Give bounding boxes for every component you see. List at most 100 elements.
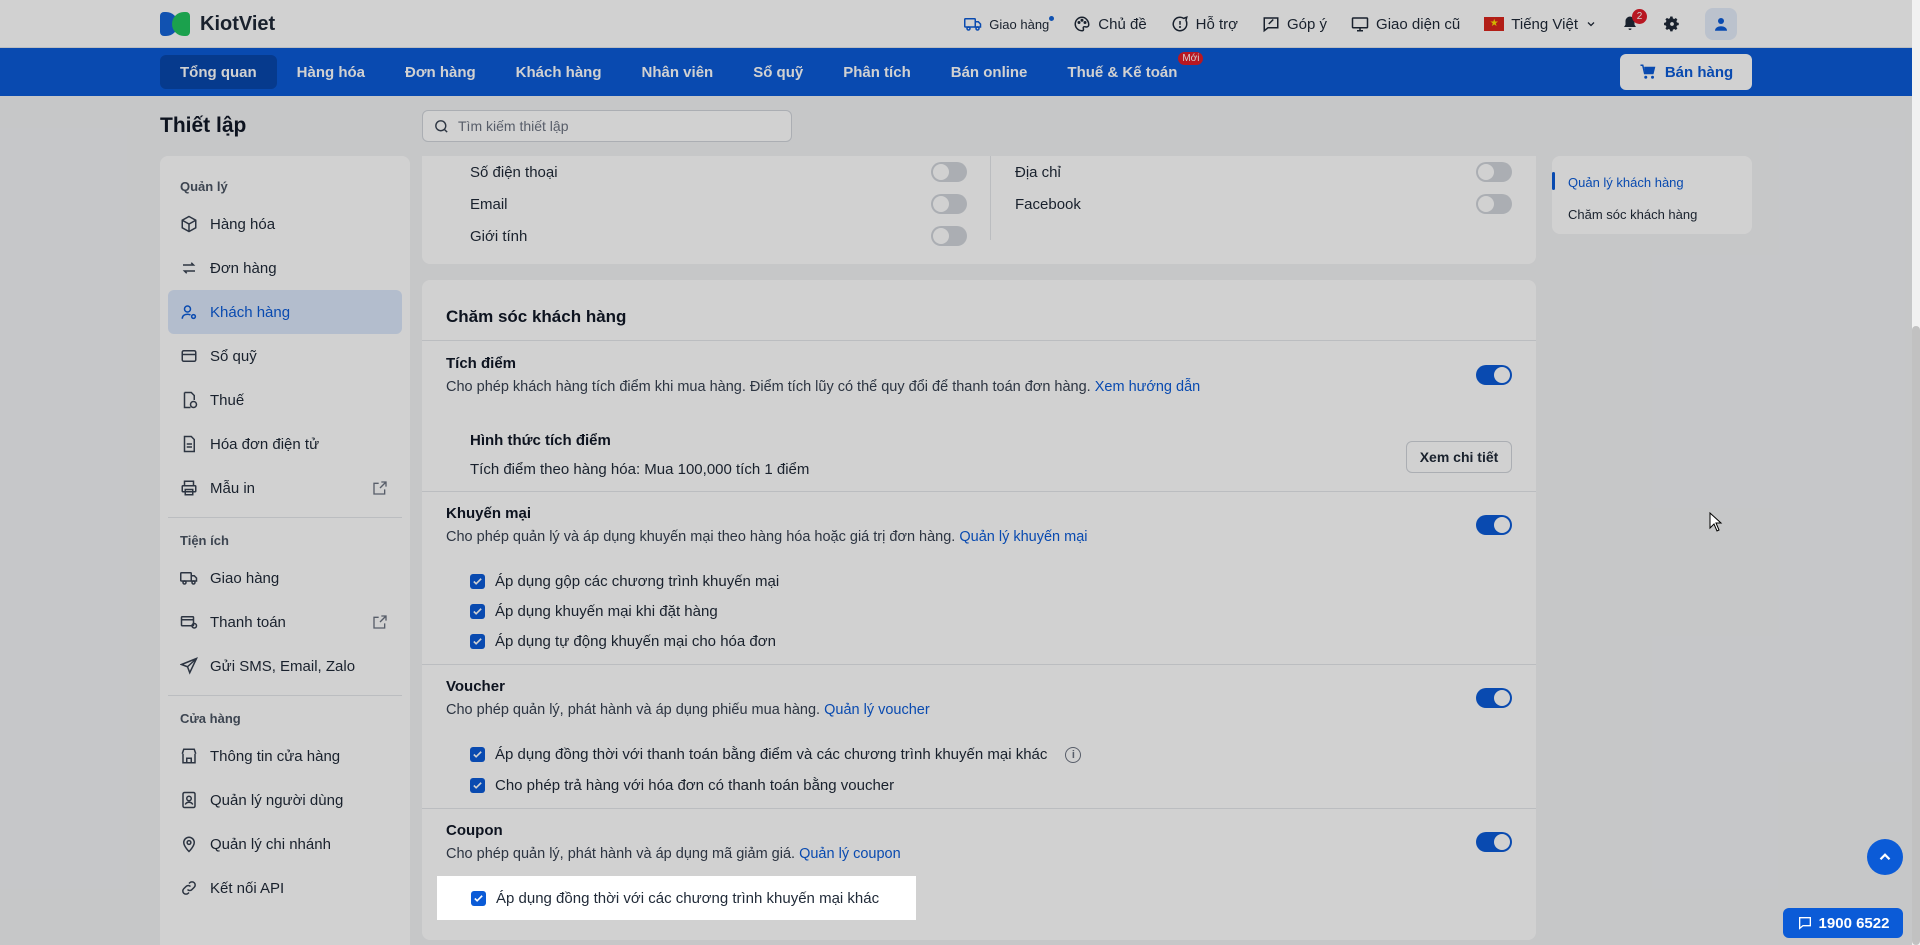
nav-customers[interactable]: Khách hàng bbox=[496, 55, 622, 89]
checkbox-checked[interactable] bbox=[470, 604, 485, 619]
user-avatar[interactable] bbox=[1705, 8, 1737, 40]
settings-button[interactable] bbox=[1663, 15, 1681, 33]
checkbox-checked[interactable] bbox=[470, 574, 485, 589]
sidebar-item-print-templates[interactable]: Mẫu in bbox=[168, 466, 402, 510]
nav-tax-accounting[interactable]: Thuế & Kế toán Mới bbox=[1047, 52, 1204, 89]
sidebar-item-label: Mẫu in bbox=[210, 479, 256, 497]
sidebar-item-delivery[interactable]: Giao hàng bbox=[168, 556, 402, 600]
sidebar-item-orders[interactable]: Đơn hàng bbox=[168, 246, 402, 290]
points-method-text: Tích điểm theo hàng hóa: Mua 100,000 tíc… bbox=[470, 461, 810, 478]
field-email-toggle[interactable] bbox=[931, 194, 967, 214]
support-link[interactable]: Hỗ trợ bbox=[1171, 15, 1238, 33]
sidebar-item-tax[interactable]: Thuế bbox=[168, 378, 402, 422]
notification-button[interactable]: 2 bbox=[1621, 9, 1647, 33]
view-detail-button[interactable]: Xem chi tiết bbox=[1406, 441, 1512, 473]
sidebar-item-user-management[interactable]: Quản lý người dùng bbox=[168, 778, 402, 822]
nav-orders[interactable]: Đơn hàng bbox=[385, 55, 496, 89]
sell-button[interactable]: Bán hàng bbox=[1620, 54, 1752, 90]
hotline-button[interactable]: 1900 6522 bbox=[1783, 908, 1903, 938]
checkbox-checked[interactable] bbox=[470, 778, 485, 793]
kiotviet-logo[interactable]: KiotViet bbox=[160, 8, 275, 40]
field-gender-toggle[interactable] bbox=[931, 226, 967, 246]
sidebar-item-label: Khách hàng bbox=[210, 303, 291, 321]
sidebar-item-cashbook[interactable]: Sổ quỹ bbox=[168, 334, 402, 378]
voucher-option-combine[interactable]: Áp dụng đồng thời với thanh toán bằng đi… bbox=[470, 746, 1082, 763]
toc-item-customer-management[interactable]: Quản lý khách hàng bbox=[1552, 166, 1752, 198]
nav-online-sales[interactable]: Bán online bbox=[931, 55, 1048, 89]
sidebar-item-e-invoice[interactable]: Hóa đơn điện tử bbox=[168, 422, 402, 466]
check-icon bbox=[474, 895, 483, 902]
promo-option-on-order[interactable]: Áp dụng khuyến mại khi đặt hàng bbox=[470, 603, 718, 620]
settings-search[interactable] bbox=[422, 110, 792, 142]
checkbox-checked[interactable] bbox=[471, 891, 486, 906]
highlighted-element: Áp dụng đồng thời với các chương trình k… bbox=[437, 876, 916, 920]
manage-coupon-link[interactable]: Quản lý coupon bbox=[799, 846, 901, 862]
points-guide-link[interactable]: Xem hướng dẫn bbox=[1095, 379, 1200, 395]
checkbox-checked[interactable] bbox=[470, 634, 485, 649]
nav-cashbook[interactable]: Sổ quỹ bbox=[733, 55, 823, 89]
scrollbar-thumb[interactable] bbox=[1912, 326, 1920, 945]
sidebar-item-products[interactable]: Hàng hóa bbox=[168, 202, 402, 246]
points-toggle[interactable] bbox=[1476, 365, 1512, 385]
support-label: Hỗ trợ bbox=[1195, 15, 1239, 33]
sidebar-item-api-connect[interactable]: Kết nối API bbox=[168, 866, 402, 910]
promo-option-combine[interactable]: Áp dụng gộp các chương trình khuyến mại bbox=[470, 573, 779, 590]
sidebar-item-customers[interactable]: Khách hàng bbox=[168, 290, 402, 334]
nav-analytics[interactable]: Phân tích bbox=[823, 55, 931, 89]
voucher-option-return[interactable]: Cho phép trả hàng với hóa đơn có thanh t… bbox=[470, 777, 894, 794]
coupon-toggle[interactable] bbox=[1476, 832, 1512, 852]
check-icon bbox=[473, 638, 482, 645]
sidebar-item-payment[interactable]: Thanh toán bbox=[168, 600, 402, 644]
nav-employees[interactable]: Nhân viên bbox=[622, 55, 734, 89]
promo-toggle[interactable] bbox=[1476, 515, 1512, 535]
points-desc-text: Cho phép khách hàng tích điểm khi mua hà… bbox=[446, 379, 1091, 395]
chat-icon bbox=[1798, 917, 1811, 930]
search-input[interactable] bbox=[458, 118, 778, 134]
sidebar-item-store-info[interactable]: Thông tin cửa hàng bbox=[168, 734, 402, 778]
search-icon bbox=[435, 119, 448, 133]
delivery-link[interactable]: Giao hàng bbox=[964, 15, 1055, 33]
field-phone-toggle[interactable] bbox=[931, 162, 967, 182]
top-bar: KiotViet Giao hàng Chủ đề Hỗ trợ Góp ý G… bbox=[0, 0, 1912, 48]
info-icon[interactable]: i bbox=[1065, 746, 1082, 763]
theme-link[interactable]: Chủ đề bbox=[1073, 15, 1147, 33]
scroll-to-top-button[interactable] bbox=[1867, 839, 1903, 875]
monitor-icon bbox=[1351, 17, 1369, 32]
toc-item-customer-care[interactable]: Chăm sóc khách hàng bbox=[1552, 198, 1752, 230]
section-divider bbox=[422, 491, 1536, 492]
chevron-down-icon bbox=[1587, 22, 1595, 27]
sidebar-item-branch-management[interactable]: Quản lý chi nhánh bbox=[168, 822, 402, 866]
field-facebook-toggle[interactable] bbox=[1476, 194, 1512, 214]
section-divider bbox=[422, 664, 1536, 665]
voucher-toggle[interactable] bbox=[1476, 688, 1512, 708]
brand-name: KiotViet bbox=[200, 12, 276, 35]
sidebar-item-label: Đơn hàng bbox=[210, 259, 277, 277]
manage-voucher-link[interactable]: Quản lý voucher bbox=[824, 702, 930, 718]
language-select[interactable]: ★ Tiếng Việt bbox=[1484, 16, 1597, 33]
feedback-link[interactable]: Góp ý bbox=[1262, 15, 1327, 33]
document-icon bbox=[183, 435, 195, 453]
sidebar-item-label: Giao hàng bbox=[210, 569, 280, 587]
old-ui-link[interactable]: Giao diện cũ bbox=[1351, 15, 1460, 33]
coupon-title: Coupon bbox=[446, 822, 503, 839]
promo-option-auto-invoice[interactable]: Áp dụng tự động khuyến mại cho hóa đơn bbox=[470, 633, 776, 650]
nav-products[interactable]: Hàng hóa bbox=[277, 55, 385, 89]
voucher-title: Voucher bbox=[446, 678, 505, 695]
checkbox-label: Áp dụng tự động khuyến mại cho hóa đơn bbox=[495, 633, 776, 650]
nav-overview[interactable]: Tổng quan bbox=[160, 55, 277, 89]
points-desc: Cho phép khách hàng tích điểm khi mua hà… bbox=[446, 379, 1200, 395]
sidebar-item-sms-email-zalo[interactable]: Gửi SMS, Email, Zalo bbox=[168, 644, 402, 688]
theme-label: Chủ đề bbox=[1098, 15, 1147, 33]
settings-sidebar: Quản lý Hàng hóa Đơn hàng Khách hàng Sổ … bbox=[160, 156, 410, 945]
sidebar-item-label: Hàng hóa bbox=[210, 215, 276, 233]
sidebar-item-label: Quản lý chi nhánh bbox=[210, 835, 331, 853]
field-address-toggle[interactable] bbox=[1476, 162, 1512, 182]
gear-icon bbox=[1664, 16, 1679, 32]
points-method-title: Hình thức tích điểm bbox=[470, 432, 611, 449]
coupon-option-combine[interactable]: Áp dụng đồng thời với các chương trình k… bbox=[471, 890, 879, 907]
voucher-desc-text: Cho phép quản lý, phát hành và áp dụng p… bbox=[446, 702, 821, 718]
sidebar-group-manage: Quản lý bbox=[180, 179, 228, 194]
coupon-desc: Cho phép quản lý, phát hành và áp dụng m… bbox=[446, 846, 901, 862]
manage-promo-link[interactable]: Quản lý khuyến mại bbox=[959, 529, 1087, 545]
checkbox-checked[interactable] bbox=[470, 747, 485, 762]
